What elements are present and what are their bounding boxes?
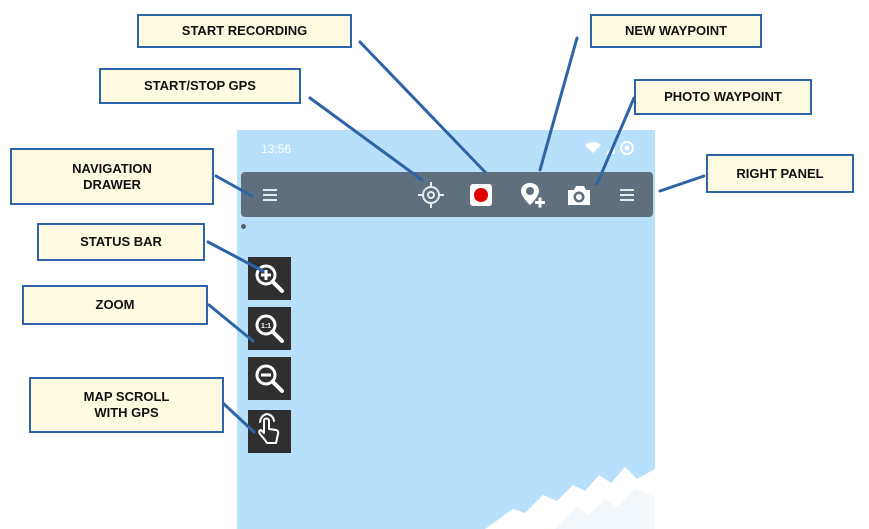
location-icon bbox=[620, 141, 634, 155]
zoom-in-icon bbox=[255, 264, 284, 293]
wifi-icon bbox=[585, 142, 601, 153]
zoom-out-icon bbox=[255, 364, 284, 393]
status-bar-icons bbox=[583, 139, 635, 157]
callout-start-recording: START RECORDING bbox=[137, 14, 352, 48]
callout-navigation-drawer: NAVIGATION DRAWER bbox=[10, 148, 214, 205]
callout-map-scroll-with-gps: MAP SCROLL WITH GPS bbox=[29, 377, 224, 433]
status-bar-time: 13:56 bbox=[261, 142, 292, 156]
top-toolbar bbox=[241, 172, 653, 217]
navigation-drawer-menu-icon[interactable] bbox=[255, 180, 285, 210]
signal-icon bbox=[605, 144, 615, 154]
map-scroll-gps-button[interactable] bbox=[248, 410, 291, 453]
right-panel-menu-icon[interactable] bbox=[612, 180, 642, 210]
camera-icon[interactable] bbox=[564, 180, 594, 210]
app-screen: 13:56 1:1 bbox=[237, 130, 655, 529]
record-icon[interactable] bbox=[466, 180, 496, 210]
callout-zoom: ZOOM bbox=[22, 285, 208, 325]
snowy-mountain-terrain bbox=[485, 459, 655, 529]
add-waypoint-icon[interactable] bbox=[517, 180, 547, 210]
zoom-reset-icon: 1:1 bbox=[255, 314, 284, 343]
gps-target-icon[interactable] bbox=[416, 180, 446, 210]
callout-photo-waypoint: PHOTO WAYPOINT bbox=[634, 79, 812, 115]
gps-scroll-hand-icon bbox=[258, 413, 280, 444]
zoom-out-button[interactable] bbox=[248, 357, 291, 400]
map-status-bar-dot bbox=[241, 224, 246, 229]
callout-right-panel: RIGHT PANEL bbox=[706, 154, 854, 193]
callout-start-stop-gps: START/STOP GPS bbox=[99, 68, 301, 104]
callout-new-waypoint: NEW WAYPOINT bbox=[590, 14, 762, 48]
zoom-in-button[interactable] bbox=[248, 257, 291, 300]
callout-status-bar: STATUS BAR bbox=[37, 223, 205, 261]
svg-text:1:1: 1:1 bbox=[261, 323, 271, 330]
zoom-reset-button[interactable]: 1:1 bbox=[248, 307, 291, 350]
